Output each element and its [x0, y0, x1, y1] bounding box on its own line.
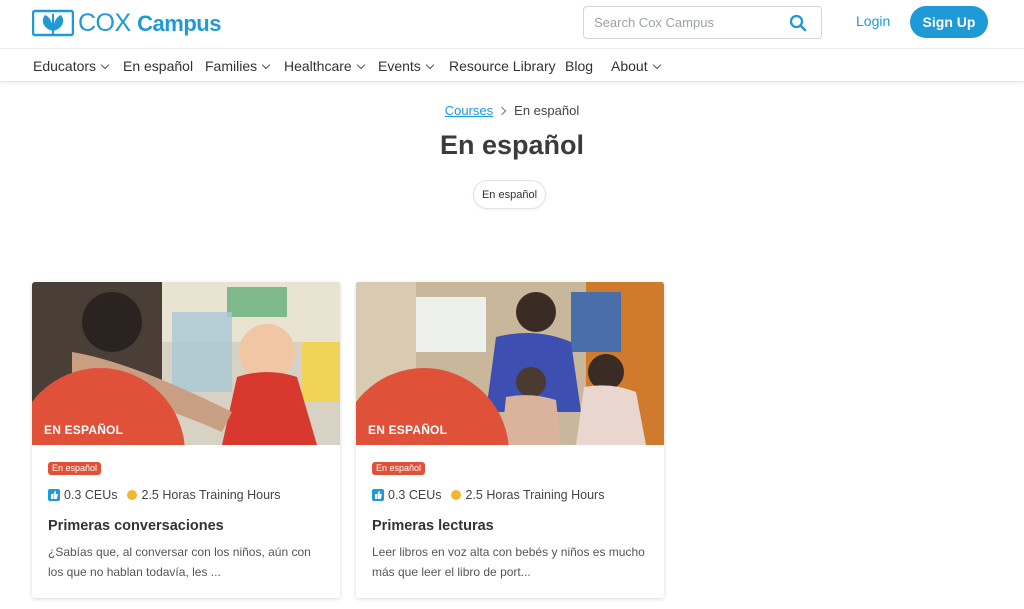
- nav-item-label: Resource Library: [449, 58, 556, 74]
- training-hours-value: 2.5 Horas Training Hours: [141, 488, 281, 502]
- chevron-down-icon: [100, 60, 110, 70]
- nav-item-en-espanol[interactable]: En español: [123, 58, 193, 74]
- course-title[interactable]: Primeras conversaciones: [48, 518, 224, 534]
- course-card[interactable]: EN ESPAÑOL En español 0.3 CEUs 2.5 Horas…: [32, 282, 340, 598]
- chevron-down-icon: [356, 60, 365, 70]
- training-hours-value: 2.5 Horas Training Hours: [465, 488, 605, 502]
- thumbs-up-icon: [372, 489, 384, 501]
- page-title: En español: [439, 130, 585, 160]
- breadcrumb-current: En español: [514, 103, 580, 118]
- nav-item-events[interactable]: Events: [378, 58, 435, 74]
- search-box: [583, 6, 822, 39]
- logo-campus-text: Campus: [137, 10, 221, 36]
- nav-item-healthcare[interactable]: Healthcare: [284, 58, 365, 74]
- breadcrumb: Courses En español: [0, 103, 1024, 118]
- nav-item-about[interactable]: About: [611, 58, 661, 74]
- search-icon[interactable]: [789, 14, 807, 32]
- course-meta: 0.3 CEUs 2.5 Horas Training Hours: [48, 488, 280, 502]
- nav-item-label: Healthcare: [284, 58, 352, 74]
- chevron-down-icon: [261, 60, 271, 70]
- login-link[interactable]: Login: [856, 13, 890, 29]
- nav-item-label: Educators: [33, 58, 97, 74]
- chevron-right-icon: [497, 106, 507, 116]
- nav-item-label: Families: [205, 58, 258, 74]
- course-title[interactable]: Primeras lecturas: [372, 518, 494, 534]
- language-tag: En español: [372, 462, 426, 475]
- nav-item-label: About: [611, 58, 648, 74]
- chevron-down-icon: [652, 60, 661, 70]
- language-tag: En español: [48, 462, 102, 475]
- main-nav: Educators En español Families Healthcare…: [0, 48, 1024, 82]
- course-thumbnail: EN ESPAÑOL: [32, 282, 340, 445]
- category-ribbon-label: EN ESPAÑOL: [44, 423, 124, 437]
- ceus-value: 0.3 CEUs: [64, 488, 118, 502]
- nav-item-families[interactable]: Families: [205, 58, 271, 74]
- course-card[interactable]: EN ESPAÑOL En español 0.3 CEUs 2.5 Horas…: [356, 282, 664, 598]
- course-description: Leer libros en voz alta con bebés y niño…: [372, 545, 645, 579]
- course-thumbnail: EN ESPAÑOL: [356, 282, 664, 445]
- course-description: ¿Sabías que, al conversar con los niños,…: [48, 545, 311, 579]
- nav-item-educators[interactable]: Educators: [33, 58, 110, 74]
- search-input[interactable]: [594, 7, 784, 38]
- nav-item-blog[interactable]: Blog: [565, 58, 593, 74]
- book-leaf-logo-icon: [32, 9, 74, 37]
- clock-dot-icon: [450, 490, 461, 500]
- nav-item-label: En español: [123, 58, 194, 74]
- nav-item-resource-library[interactable]: Resource Library: [449, 58, 556, 74]
- category-ribbon-label: EN ESPAÑOL: [368, 423, 448, 437]
- category-filter-pill[interactable]: En español: [473, 180, 546, 209]
- logo-cox-text: COX: [78, 8, 131, 37]
- sign-up-button[interactable]: Sign Up: [910, 6, 988, 38]
- breadcrumb-courses-link[interactable]: Courses: [445, 103, 493, 118]
- ceus-value: 0.3 CEUs: [388, 488, 442, 502]
- course-meta: 0.3 CEUs 2.5 Horas Training Hours: [372, 488, 604, 502]
- clock-dot-icon: [126, 490, 137, 500]
- thumbs-up-icon: [48, 489, 60, 501]
- cox-campus-logo[interactable]: COX Campus: [32, 8, 221, 38]
- header: COX Campus Login Sign Up: [0, 0, 1024, 48]
- chevron-down-icon: [425, 60, 435, 70]
- nav-item-label: Events: [378, 58, 421, 74]
- nav-item-label: Blog: [565, 58, 594, 74]
- logo-wordmark: COX Campus: [78, 9, 221, 38]
